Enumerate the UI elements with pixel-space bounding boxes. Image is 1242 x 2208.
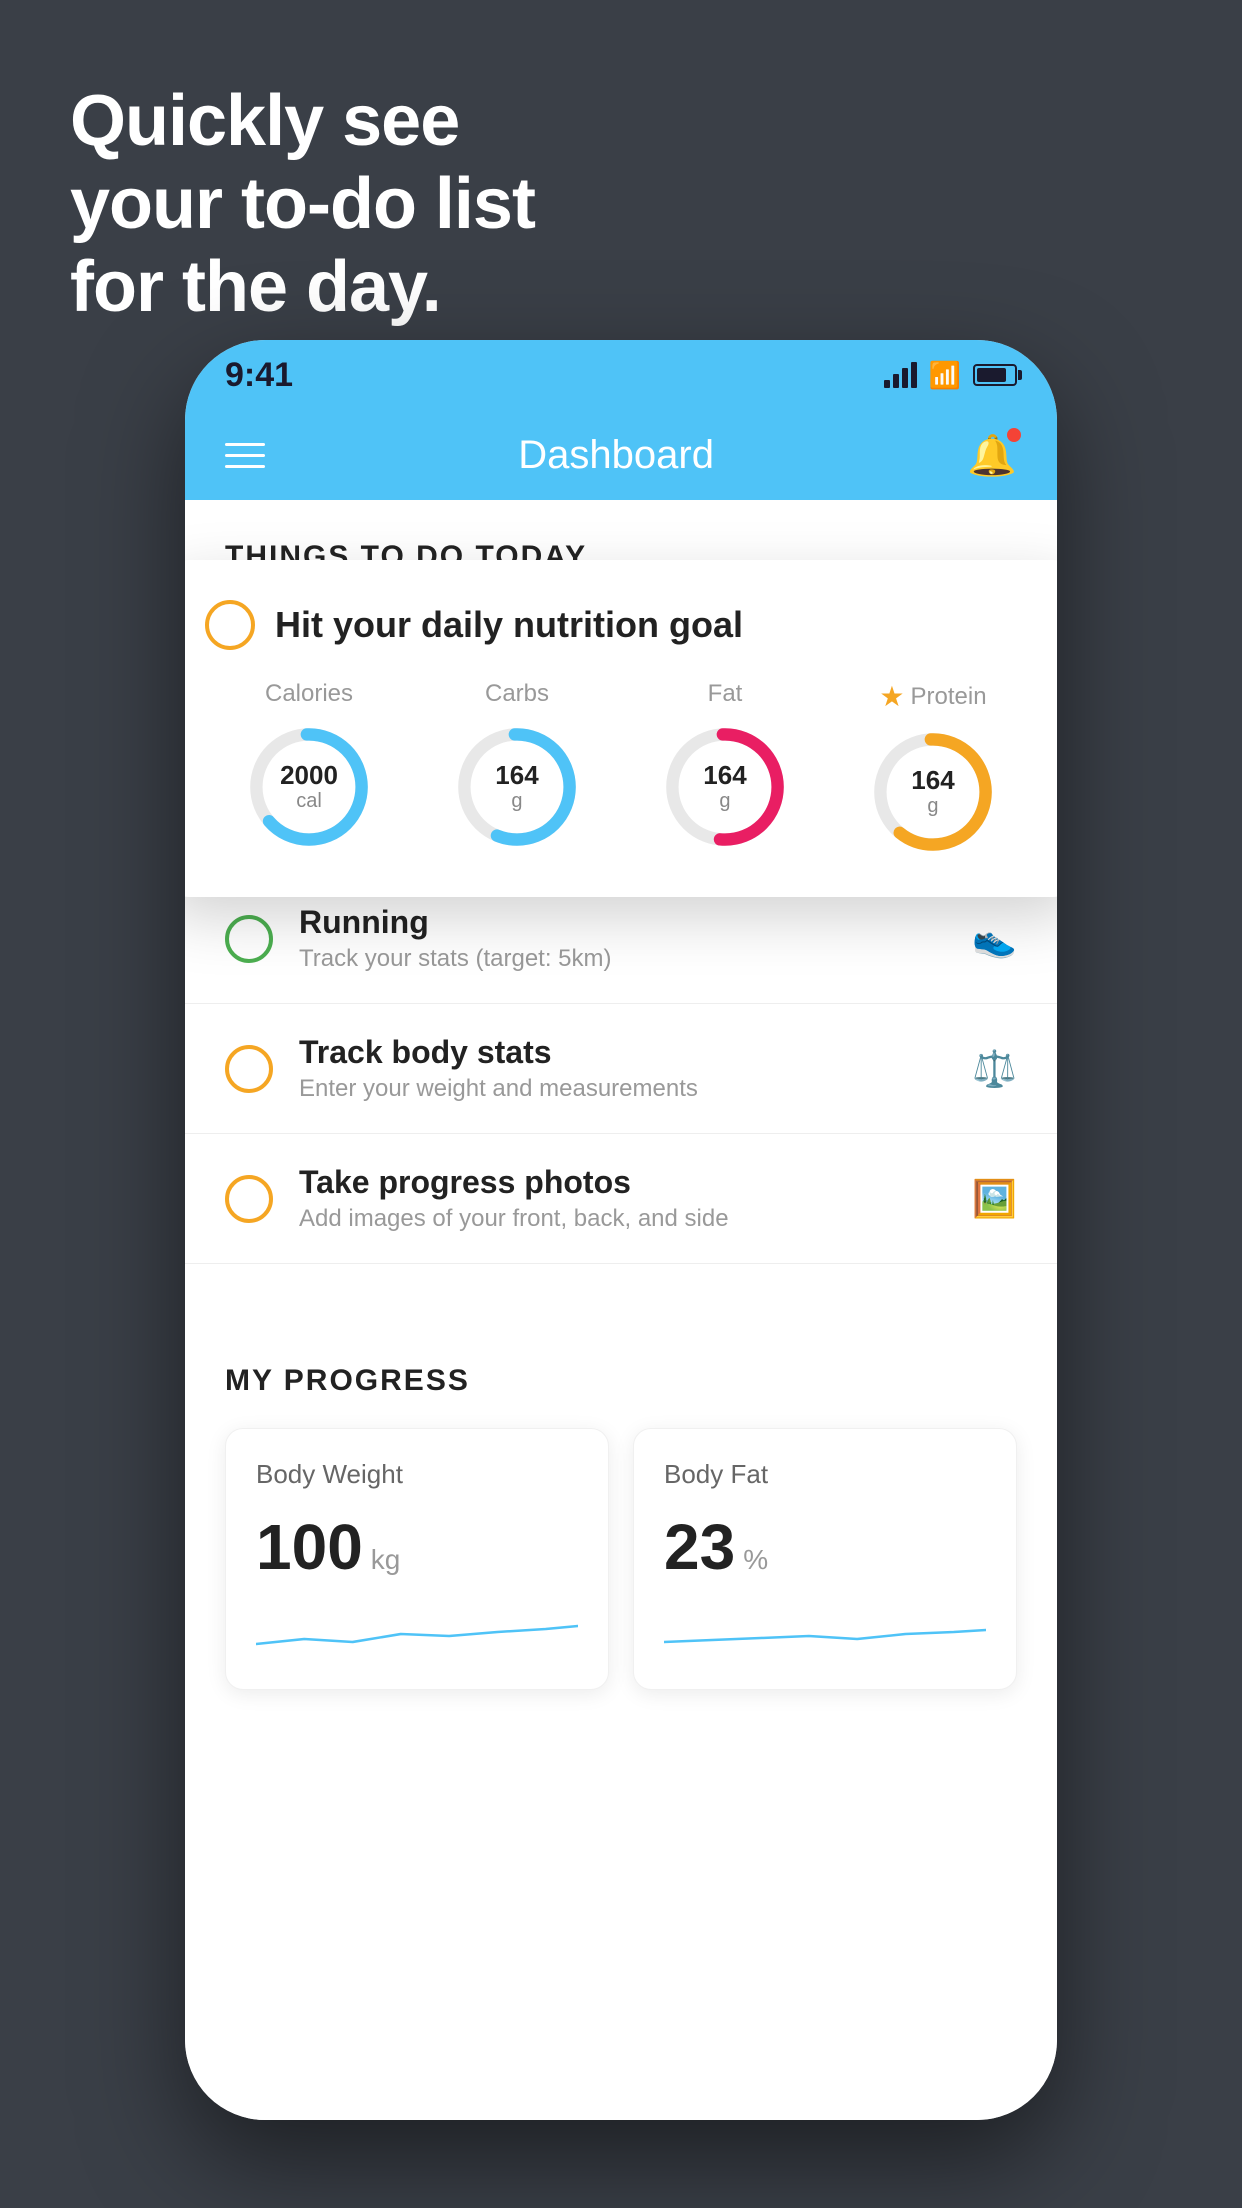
nav-bar: Dashboard 🔔 (185, 410, 1057, 500)
app-content: THINGS TO DO TODAY Hit your daily nutrit… (185, 500, 1057, 2120)
nutrition-protein: ★ Protein 164 g (868, 680, 998, 857)
notification-dot (1007, 428, 1021, 442)
fat-label: Fat (708, 680, 743, 708)
protein-label: Protein (911, 683, 987, 711)
body-fat-unit: % (743, 1544, 768, 1576)
nutrition-card: Hit your daily nutrition goal Calories 2… (185, 560, 1057, 897)
progress-cards: Body Weight 100 kg Body Fat 23 % (225, 1428, 1017, 1690)
body-stats-desc: Enter your weight and measurements (299, 1075, 946, 1103)
protein-value: 164 (911, 766, 954, 795)
nutrition-calories: Calories 2000 cal (244, 680, 374, 852)
body-weight-chart (256, 1604, 578, 1654)
fat-value: 164 (703, 761, 746, 790)
body-fat-chart (664, 1604, 986, 1654)
photos-text: Take progress photos Add images of your … (299, 1164, 946, 1233)
carbs-unit: g (495, 790, 538, 813)
todo-item-photos[interactable]: Take progress photos Add images of your … (185, 1134, 1057, 1264)
body-fat-title: Body Fat (664, 1459, 986, 1490)
body-weight-title: Body Weight (256, 1459, 578, 1490)
running-text: Running Track your stats (target: 5km) (299, 904, 946, 973)
status-time: 9:41 (225, 356, 293, 395)
fat-unit: g (703, 790, 746, 813)
hero-text: Quickly see your to-do list for the day. (70, 80, 535, 328)
body-stats-text: Track body stats Enter your weight and m… (299, 1034, 946, 1103)
photos-name: Take progress photos (299, 1164, 946, 1201)
photos-icon: 🖼️ (972, 1178, 1017, 1220)
carbs-label: Carbs (485, 680, 549, 708)
running-checkbox[interactable] (225, 915, 273, 963)
body-weight-card[interactable]: Body Weight 100 kg (225, 1428, 609, 1690)
running-desc: Track your stats (target: 5km) (299, 945, 946, 973)
status-icons: 📶 (884, 360, 1017, 391)
carbs-donut: 164 g (452, 722, 582, 852)
todo-item-body-stats[interactable]: Track body stats Enter your weight and m… (185, 1004, 1057, 1134)
progress-heading: MY PROGRESS (225, 1364, 1017, 1398)
carbs-value: 164 (495, 761, 538, 790)
battery-icon (973, 364, 1017, 386)
protein-unit: g (911, 795, 954, 818)
nutrition-card-title: Hit your daily nutrition goal (275, 604, 743, 646)
body-weight-value: 100 (256, 1510, 363, 1584)
wifi-icon: 📶 (929, 360, 961, 391)
running-icon: 👟 (972, 918, 1017, 960)
fat-donut: 164 g (660, 722, 790, 852)
nutrition-fat: Fat 164 g (660, 680, 790, 852)
body-weight-unit: kg (371, 1544, 401, 1576)
running-name: Running (299, 904, 946, 941)
nutrition-checkbox[interactable] (205, 600, 255, 650)
body-fat-card[interactable]: Body Fat 23 % (633, 1428, 1017, 1690)
calories-unit: cal (280, 790, 338, 813)
protein-label-row: ★ Protein (879, 680, 986, 713)
body-stats-name: Track body stats (299, 1034, 946, 1071)
calories-label: Calories (265, 680, 353, 708)
signal-icon (884, 362, 917, 388)
body-stats-icon: ⚖️ (972, 1048, 1017, 1090)
photos-desc: Add images of your front, back, and side (299, 1205, 946, 1233)
bell-button[interactable]: 🔔 (967, 432, 1017, 479)
nutrition-grid: Calories 2000 cal Carbs (205, 680, 1037, 857)
star-icon: ★ (879, 680, 904, 713)
body-weight-value-row: 100 kg (256, 1510, 578, 1584)
nutrition-carbs: Carbs 164 g (452, 680, 582, 852)
calories-donut: 2000 cal (244, 722, 374, 852)
body-fat-value: 23 (664, 1510, 735, 1584)
hamburger-menu[interactable] (225, 443, 265, 468)
body-stats-checkbox[interactable] (225, 1045, 273, 1093)
progress-section: MY PROGRESS Body Weight 100 kg Body Fat (185, 1324, 1057, 1730)
body-fat-value-row: 23 % (664, 1510, 986, 1584)
protein-donut: 164 g (868, 727, 998, 857)
calories-value: 2000 (280, 761, 338, 790)
phone-frame: 9:41 📶 Dashboard 🔔 TH (185, 340, 1057, 2120)
photos-checkbox[interactable] (225, 1175, 273, 1223)
nav-title: Dashboard (518, 433, 714, 478)
status-bar: 9:41 📶 (185, 340, 1057, 410)
